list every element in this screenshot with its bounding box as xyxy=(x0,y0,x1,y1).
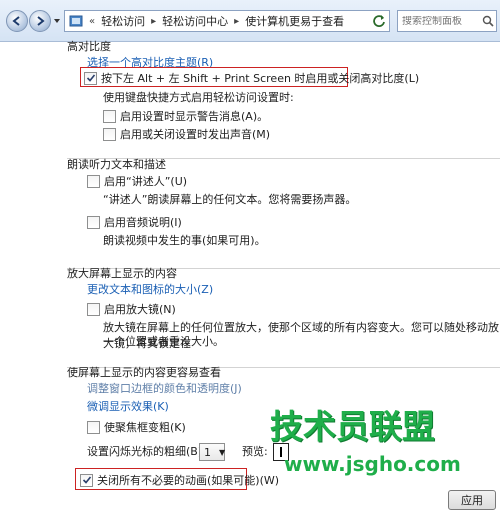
breadcrumb-separator-icon[interactable]: ▸ xyxy=(234,16,239,27)
narrator-option[interactable]: 启用“讲述人”(U) xyxy=(87,173,187,189)
breadcrumb-overflow-icon[interactable]: « xyxy=(89,16,95,27)
preview-label: 预览: xyxy=(242,445,268,458)
forward-arrow-icon xyxy=(37,16,45,26)
back-button[interactable] xyxy=(6,10,28,32)
forward-button[interactable] xyxy=(29,10,51,32)
magnifier-option[interactable]: 启用放大镜(N) xyxy=(87,301,176,317)
audio-description-label: 启用音频说明(I) xyxy=(104,216,182,229)
sound-option[interactable]: 启用或关闭设置时发出声音(M) xyxy=(103,126,270,142)
settings-content: 高对比度 选择一个高对比度主题(R) 按下左 Alt + 左 Shift + P… xyxy=(0,40,500,512)
section-title-narrator: 朗读听力文本和描述 xyxy=(67,158,166,171)
audio-description-checkbox[interactable] xyxy=(87,215,100,229)
breadcrumb[interactable]: « 轻松访问 ▸ 轻松访问中心 ▸ 使计算机更易于查看 xyxy=(64,10,390,32)
cursor-thickness-value: 1 xyxy=(204,445,211,459)
apply-button[interactable]: 应用 xyxy=(448,490,496,510)
chevron-down-icon: ▼ xyxy=(219,447,226,457)
breadcrumb-item[interactable]: 使计算机更易于查看 xyxy=(245,13,344,29)
warning-message-option[interactable]: 启用设置时显示警告消息(A)。 xyxy=(103,108,268,124)
back-arrow-icon xyxy=(12,16,20,26)
focus-rectangle-checkbox[interactable] xyxy=(87,420,100,434)
magnifier-description-cont: 一个位置或者重设大小。 xyxy=(103,335,224,348)
cursor-thickness-select[interactable]: 1 ▼ xyxy=(199,443,225,461)
focus-rectangle-label: 使聚焦框变粗(K) xyxy=(104,421,186,434)
cursor-preview-bar xyxy=(280,447,282,457)
magnifier-checkbox[interactable] xyxy=(87,302,100,316)
window-border-link[interactable]: 调整窗口边框的颜色和透明度(J) xyxy=(87,380,242,396)
animations-checkbox[interactable] xyxy=(80,473,93,487)
breadcrumb-item[interactable]: 轻松访问 xyxy=(101,13,145,29)
breadcrumb-item[interactable]: 轻松访问中心 xyxy=(162,13,228,29)
search-box[interactable] xyxy=(397,10,497,32)
narrator-checkbox[interactable] xyxy=(87,174,100,188)
high-contrast-shortcut-label: 按下左 Alt + 左 Shift + Print Screen 时启用或关闭高… xyxy=(101,72,420,85)
checkmark-icon xyxy=(86,74,95,82)
display-effects-link[interactable]: 微调显示效果(K) xyxy=(87,398,169,414)
audio-description-text: 朗读视频中发生的事(如果可用)。 xyxy=(103,234,266,247)
warning-message-checkbox[interactable] xyxy=(103,109,116,123)
section-title-easier-view: 使屏幕上显示的内容更容易查看 xyxy=(67,366,221,379)
animations-label: 关闭所有不必要的动画(如果可能)(W) xyxy=(97,474,280,487)
breadcrumb-separator-icon[interactable]: ▸ xyxy=(151,16,156,27)
search-icon[interactable] xyxy=(482,15,494,27)
audio-description-option[interactable]: 启用音频说明(I) xyxy=(87,214,182,230)
section-title-high-contrast: 高对比度 xyxy=(67,40,111,53)
checkmark-icon xyxy=(82,476,91,484)
recent-pages-dropdown-icon[interactable] xyxy=(53,17,61,25)
magnifier-label: 启用放大镜(N) xyxy=(104,303,176,316)
narrator-description: “讲述人”朗读屏幕上的任何文本。您将需要扬声器。 xyxy=(103,193,357,206)
section-title-magnify: 放大屏幕上显示的内容 xyxy=(67,267,177,280)
narrator-label: 启用“讲述人”(U) xyxy=(104,175,188,188)
refresh-icon[interactable] xyxy=(371,13,387,29)
focus-rectangle-option[interactable]: 使聚焦框变粗(K) xyxy=(87,419,186,435)
control-panel-icon xyxy=(69,15,83,27)
high-contrast-shortcut-checkbox[interactable] xyxy=(84,71,97,85)
cursor-preview xyxy=(273,443,289,461)
high-contrast-shortcut-option[interactable]: 按下左 Alt + 左 Shift + Print Screen 时启用或关闭高… xyxy=(84,70,419,86)
sound-label: 启用或关闭设置时发出声音(M) xyxy=(120,128,271,141)
cursor-thickness-label: 设置闪烁光标的粗细(B): xyxy=(87,445,206,458)
animations-option[interactable]: 关闭所有不必要的动画(如果可能)(W) xyxy=(80,472,279,488)
shortcut-description: 使用键盘快捷方式启用轻松访问设置时: xyxy=(103,91,294,104)
sound-checkbox[interactable] xyxy=(103,127,116,141)
text-size-link[interactable]: 更改文本和图标的大小(Z) xyxy=(87,281,213,297)
address-bar: « 轻松访问 ▸ 轻松访问中心 ▸ 使计算机更易于查看 xyxy=(0,0,500,42)
search-input[interactable] xyxy=(402,15,480,27)
warning-message-label: 启用设置时显示警告消息(A)。 xyxy=(120,110,269,123)
